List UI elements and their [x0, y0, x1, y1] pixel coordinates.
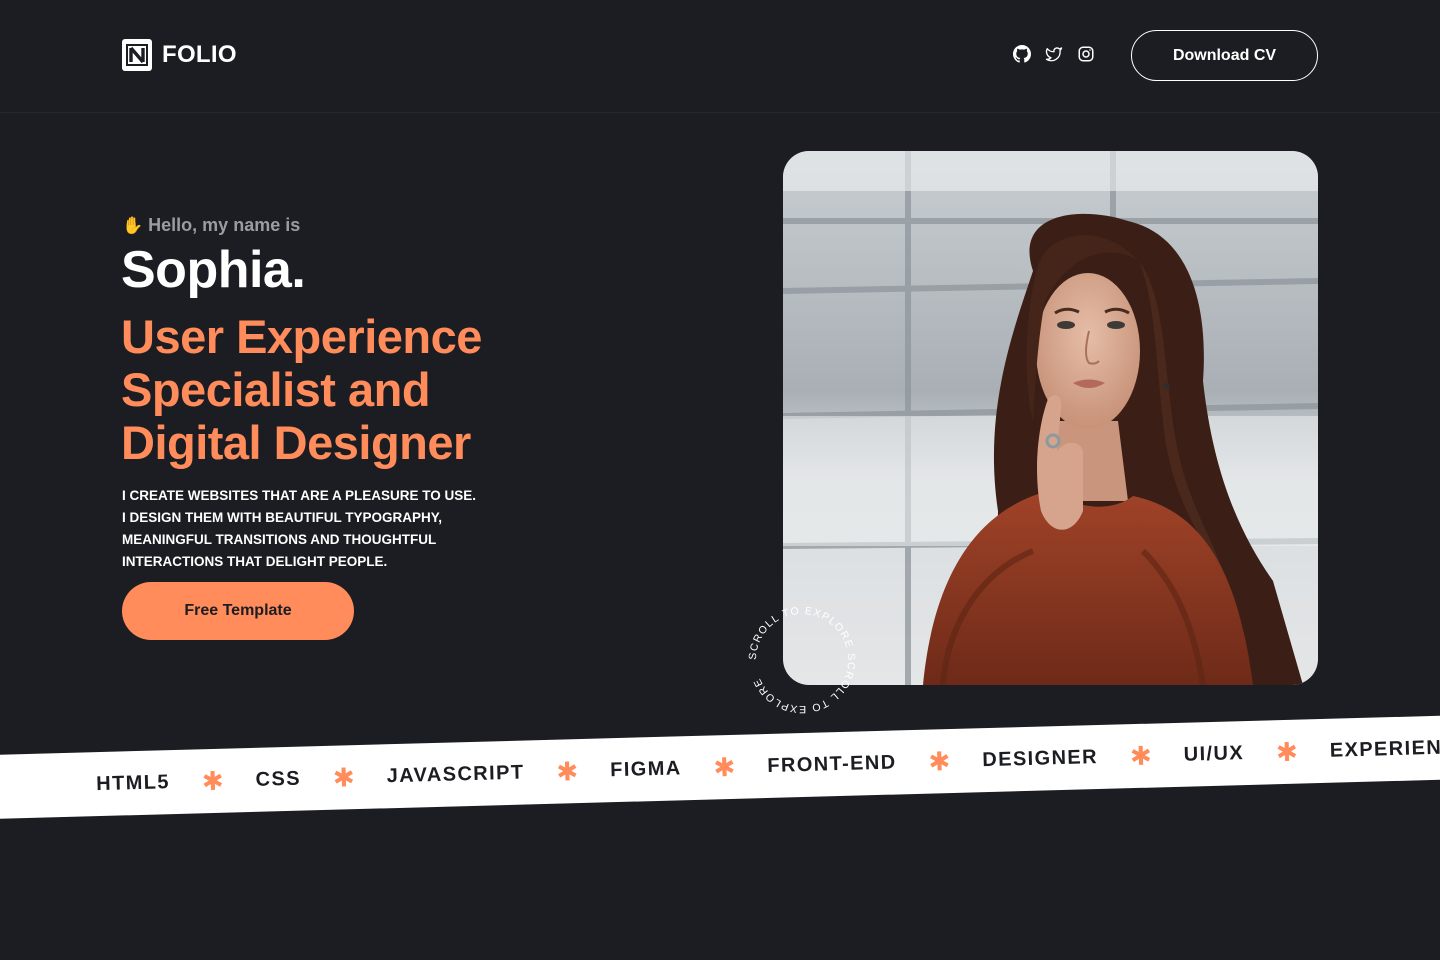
asterisk-icon: ✱ [555, 756, 579, 787]
skill-item: HTML5 [95, 770, 171, 795]
skill-item: UI/UX [1183, 741, 1245, 766]
asterisk-icon: ✱ [928, 746, 951, 777]
hero-headline: User Experience Specialist and Digital D… [121, 310, 641, 469]
hero-description: I CREATE WEBSITES THAT ARE A PLEASURE TO… [122, 485, 542, 573]
headline-line: User Experience [121, 310, 482, 363]
asterisk-icon: ✱ [332, 762, 356, 793]
skill-item: DESIGNER [982, 745, 1099, 771]
skill-item: JAVASCRIPT [386, 761, 525, 787]
asterisk-icon: ✱ [713, 751, 736, 783]
description-line: I CREATE WEBSITES THAT ARE A PLEASURE TO… [122, 488, 477, 503]
scroll-badge-text: SCROLL TO EXPLORE SCROLL TO EXPLORE [747, 605, 856, 715]
description-line: MEANINGFUL TRANSITIONS AND THOUGHTFUL [122, 532, 437, 547]
description-line: I DESIGN THEM WITH BEAUTIFUL TYPOGRAPHY, [122, 510, 443, 525]
skill-item: FRONT-END [767, 750, 897, 777]
github-icon[interactable] [1012, 44, 1032, 64]
svg-text:SCROLL TO EXPLORE SCROLL TO EX: SCROLL TO EXPLORE SCROLL TO EXPLORE [747, 605, 857, 715]
logo-text: FOLIO [162, 41, 237, 68]
social-links [1012, 44, 1096, 64]
free-template-button[interactable]: Free Template [122, 582, 354, 640]
description-line: INTERACTIONS THAT DELIGHT PEOPLE. [122, 554, 388, 569]
portfolio-page: FOLIO Download CV ✋ Hello, my name is So… [0, 0, 1440, 960]
headline-line: Digital Designer [121, 416, 471, 469]
greeting-text: Hello, my name is [148, 215, 301, 235]
hero-name: Sophia. [121, 241, 306, 299]
headline-line: Specialist and [121, 363, 431, 416]
portrait-photo [783, 151, 1318, 685]
asterisk-icon: ✱ [201, 765, 225, 797]
skills-ribbon: HTML5 ✱ CSS ✱ JAVASCRIPT ✱ FIGMA ✱ FRONT-END ✱ DES… [0, 714, 1440, 820]
hand-icon: ✋ [122, 215, 144, 235]
skill-item: CSS [255, 767, 302, 791]
logo[interactable]: FOLIO [122, 39, 237, 71]
greeting: ✋ Hello, my name is [122, 215, 300, 236]
download-cv-button[interactable]: Download CV [1131, 30, 1318, 81]
twitter-icon[interactable] [1044, 44, 1064, 64]
instagram-icon[interactable] [1076, 44, 1096, 64]
asterisk-icon: ✱ [1129, 740, 1153, 772]
skill-item: EXPERIENCES [1329, 735, 1440, 762]
skill-item: FIGMA [609, 756, 682, 781]
logo-mark-icon [122, 39, 152, 71]
site-header: FOLIO Download CV [0, 0, 1440, 113]
scroll-to-explore-badge[interactable]: SCROLL TO EXPLORE SCROLL TO EXPLORE [742, 600, 862, 720]
asterisk-icon: ✱ [1275, 736, 1299, 768]
skills-list: HTML5 ✱ CSS ✱ JAVASCRIPT ✱ FIGMA ✱ FRONT-END ✱ DES… [95, 715, 1440, 817]
